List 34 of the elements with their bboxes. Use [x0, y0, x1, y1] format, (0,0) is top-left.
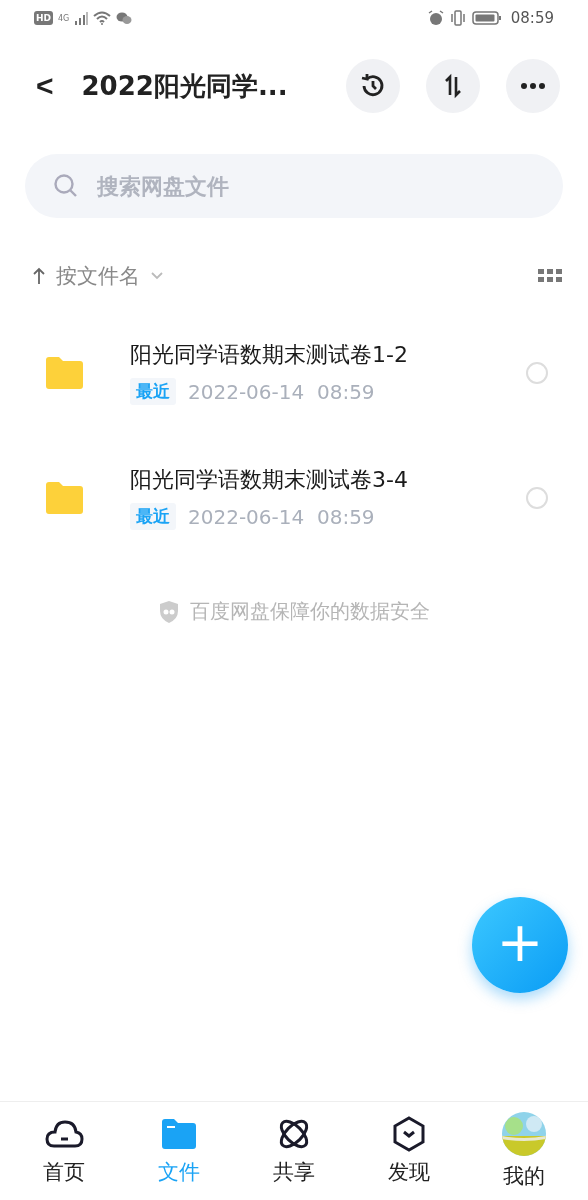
nav-tab[interactable]: 共享 — [243, 1116, 344, 1186]
network-type: 4G — [58, 13, 70, 23]
chevron-down-icon — [150, 271, 164, 281]
folder-title: 2022阳光同学... — [81, 69, 289, 103]
nav-tab[interactable]: 首页 — [13, 1116, 114, 1186]
battery-icon — [471, 10, 502, 26]
chat-icon — [116, 11, 133, 25]
recent-tag: 最近 — [130, 503, 176, 530]
hd-indicator: HD — [34, 11, 53, 25]
vibrate-icon — [448, 10, 467, 26]
folder-icon — [44, 480, 84, 515]
file-date: 2022-06-14 08:59 — [188, 504, 375, 529]
nav-tab[interactable]: 我的 — [474, 1112, 575, 1190]
back-button[interactable]: < — [28, 69, 62, 103]
file-name[interactable]: 阳光同学语数期末测试卷1-2 — [130, 340, 526, 370]
recent-tag: 最近 — [130, 378, 176, 405]
search-field[interactable]: 搜索网盘文件 — [25, 154, 563, 218]
wifi-icon — [93, 11, 112, 25]
nav-tab[interactable]: 发现 — [359, 1116, 460, 1186]
folder-icon — [44, 355, 84, 390]
select-checkbox[interactable] — [526, 361, 548, 384]
shield-icon — [158, 599, 180, 624]
file-date: 2022-06-14 08:59 — [188, 379, 375, 404]
select-checkbox[interactable] — [526, 486, 548, 509]
more-icon — [520, 82, 546, 90]
signal-icon — [74, 11, 89, 25]
up-arrow-icon — [32, 267, 46, 285]
file-name[interactable]: 阳光同学语数期末测试卷3-4 — [130, 465, 526, 495]
security-note: 百度网盘保障你的数据安全 — [190, 598, 430, 625]
grid-view-icon[interactable] — [538, 268, 562, 284]
search-icon — [53, 173, 79, 199]
clock-time: 08:59 — [510, 9, 554, 27]
alarm-icon — [427, 10, 444, 26]
sort-dropdown[interactable]: 按文件名 — [26, 262, 170, 290]
